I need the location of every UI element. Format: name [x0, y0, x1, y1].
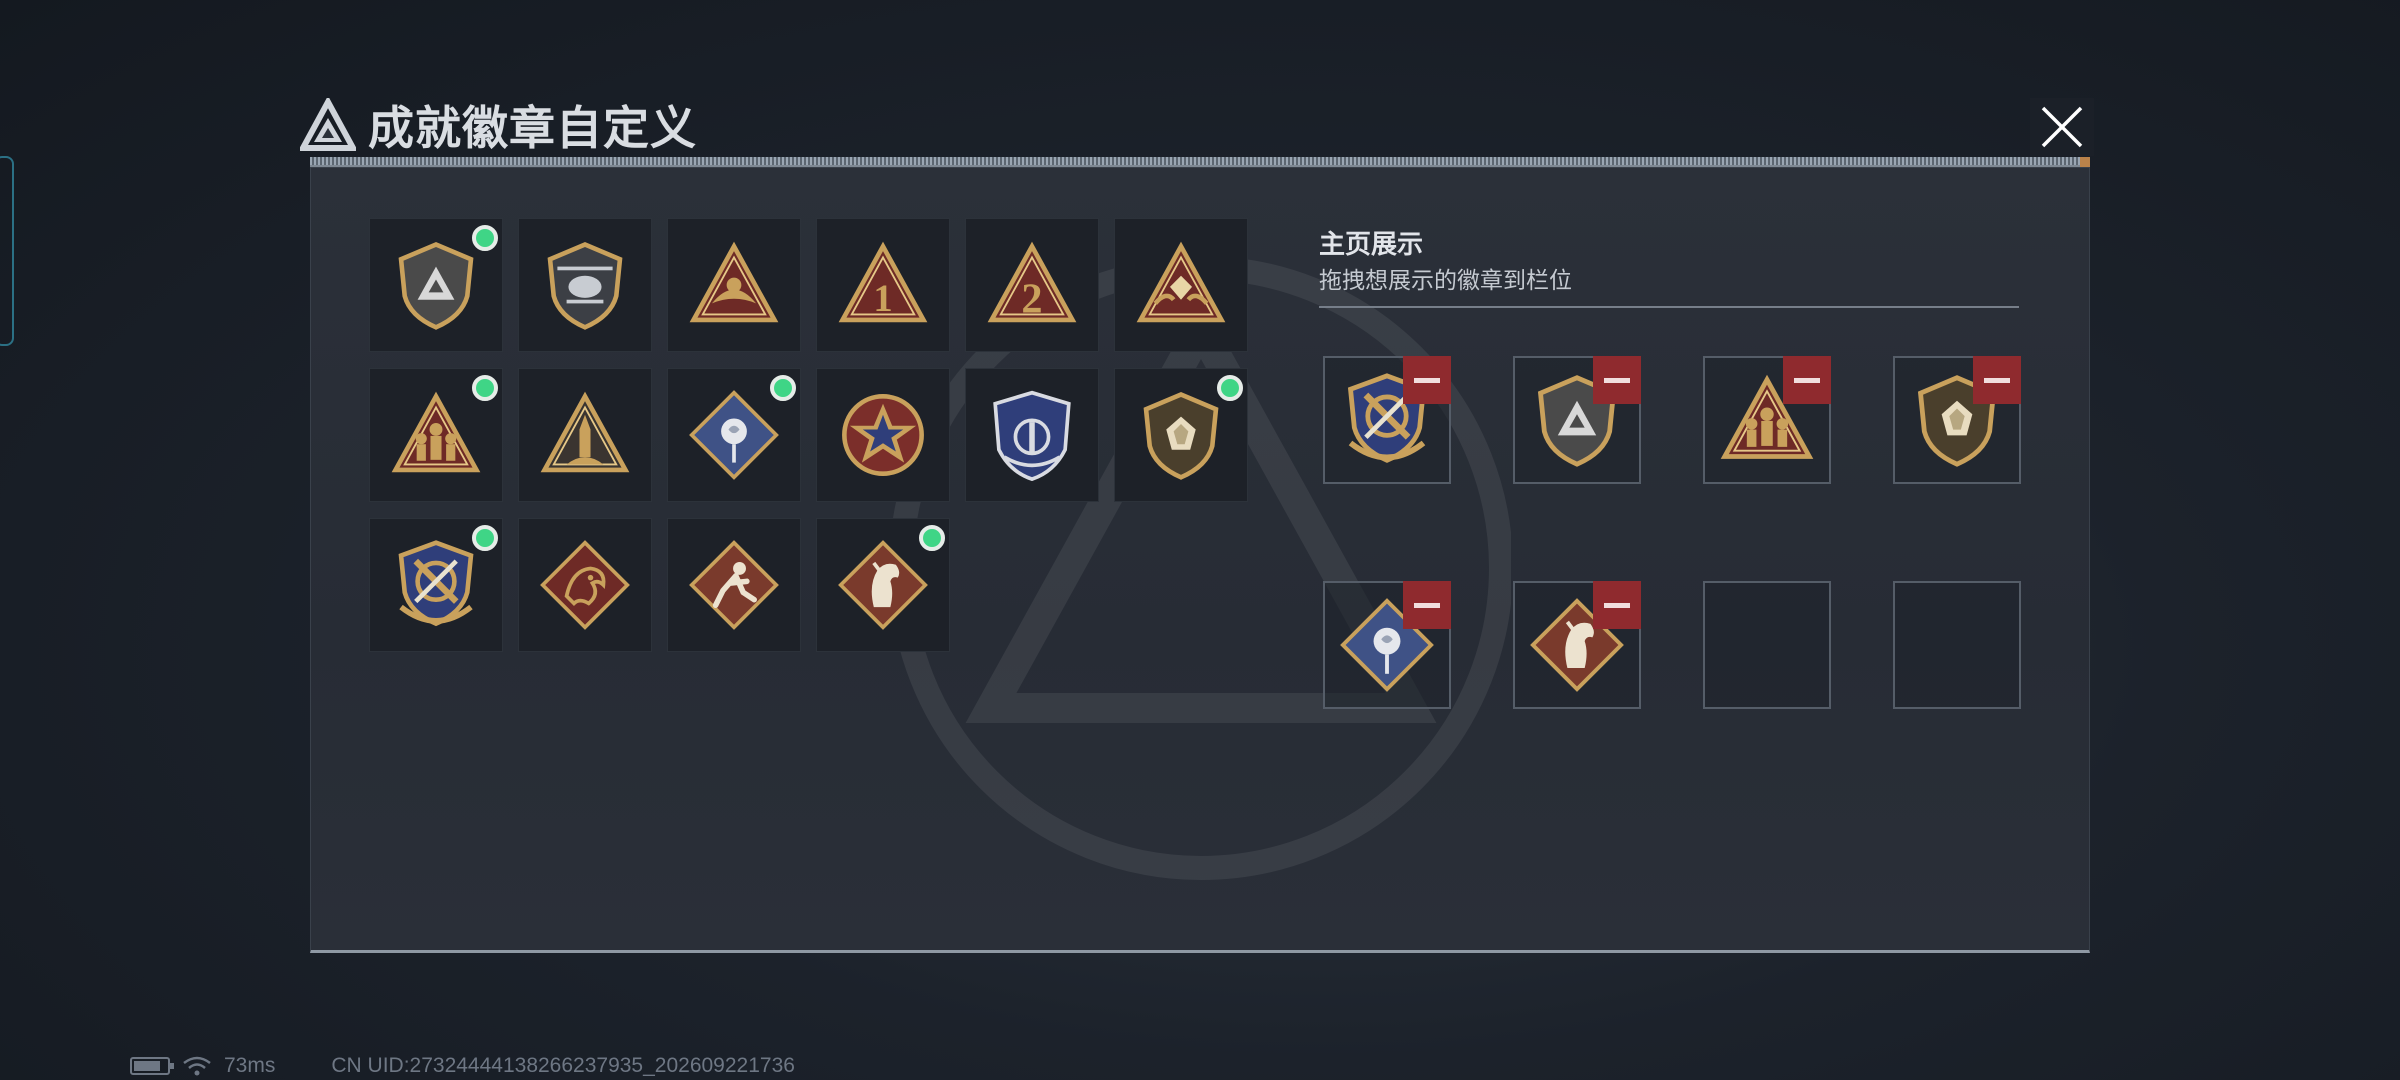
minus-icon: [1414, 377, 1440, 383]
showcase-slot[interactable]: [1513, 581, 1641, 709]
showcase-slot[interactable]: [1703, 356, 1831, 484]
new-badge-indicator: [919, 525, 945, 551]
badge-cell[interactable]: [965, 368, 1099, 502]
showcase-slot[interactable]: [1323, 356, 1451, 484]
svg-text:2: 2: [1021, 276, 1042, 323]
delta-logo-icon: [300, 98, 356, 151]
close-button[interactable]: [2030, 98, 2094, 156]
showcase-slot[interactable]: [1893, 356, 2021, 484]
remove-badge-button[interactable]: [1973, 356, 2021, 404]
badge-cell[interactable]: [667, 218, 801, 352]
minus-icon: [1984, 377, 2010, 383]
showcase-divider: [1319, 306, 2019, 308]
new-badge-indicator: [472, 225, 498, 251]
badge-cell[interactable]: [369, 218, 503, 352]
uid-text: CN UID:2732444413826623793​5_20260922173…: [331, 1054, 795, 1077]
triangle-wing-badge-icon: [689, 241, 779, 323]
badge-cell[interactable]: 1: [816, 218, 950, 352]
showcase-slot[interactable]: [1323, 581, 1451, 709]
diamond-horse-badge-icon: [838, 540, 928, 630]
minus-icon: [1414, 602, 1440, 608]
ping-text: 73ms: [224, 1054, 276, 1077]
remove-badge-button[interactable]: [1403, 581, 1451, 629]
new-badge-indicator: [1217, 375, 1243, 401]
battery-icon: [130, 1057, 174, 1075]
badge-cell[interactable]: [518, 368, 652, 502]
badge-collection-grid: 12: [369, 218, 1248, 652]
triangle-number-1-badge-icon: 1: [838, 241, 928, 323]
badge-cell[interactable]: [667, 368, 801, 502]
showcase-slot[interactable]: [1513, 356, 1641, 484]
new-badge-indicator: [472, 525, 498, 551]
badge-cell[interactable]: [369, 368, 503, 502]
badge-cell[interactable]: [1114, 368, 1248, 502]
star-medal-badge-icon: [842, 394, 924, 476]
badge-cell[interactable]: [1114, 218, 1248, 352]
crossed-weapons-shield-badge-icon: [398, 540, 474, 627]
shield-triangle-badge-icon: [398, 242, 474, 330]
remove-badge-button[interactable]: [1403, 356, 1451, 404]
badge-cell[interactable]: [369, 518, 503, 652]
remove-badge-button[interactable]: [1593, 356, 1641, 404]
minus-icon: [1794, 377, 1820, 383]
new-badge-indicator: [770, 375, 796, 401]
triangle-hands-gem-badge-icon: [1136, 241, 1226, 323]
dialog-header: 成就徽章自定义: [300, 92, 697, 158]
badge-cell[interactable]: [816, 518, 950, 652]
side-panel-tab[interactable]: [0, 156, 14, 346]
badge-cell[interactable]: [816, 368, 950, 502]
remove-badge-button[interactable]: [1783, 356, 1831, 404]
triangle-soldiers-badge-icon: [391, 391, 481, 473]
empty-showcase-slot[interactable]: [1893, 581, 2021, 709]
triangle-rocket-badge-icon: [540, 391, 630, 473]
showcase-subtitle: 拖拽想展示的徽章到栏位: [1319, 267, 1572, 293]
badge-cell[interactable]: [518, 518, 652, 652]
close-icon: [2041, 106, 2083, 148]
remove-badge-button[interactable]: [1593, 581, 1641, 629]
empty-showcase-slot[interactable]: [1703, 581, 1831, 709]
badge-cell[interactable]: [518, 218, 652, 352]
new-badge-indicator: [472, 375, 498, 401]
status-bar: 73ms CN UID:2732444413826623793​5_202609…: [130, 1054, 795, 1078]
dialog-title: 成就徽章自定义: [368, 102, 697, 154]
badge-customize-panel: 12 主页展示 拖拽想展示的徽章到栏位: [310, 167, 2090, 953]
helicopter-shield-badge-icon: [547, 242, 623, 330]
panel-top-border: [310, 157, 2090, 167]
diamond-dragon-badge-icon: [540, 540, 630, 630]
svg-text:1: 1: [873, 278, 892, 320]
badge-cell[interactable]: 2: [965, 218, 1099, 352]
shield-gem-badge-icon: [1143, 392, 1219, 480]
badge-cell[interactable]: [667, 518, 801, 652]
minus-icon: [1604, 602, 1630, 608]
diamond-rose-badge-icon: [689, 390, 779, 480]
showcase-title: 主页展示: [1319, 229, 1424, 259]
triangle-number-2-badge-icon: 2: [987, 241, 1077, 323]
minus-icon: [1604, 377, 1630, 383]
blue-eagle-shield-badge-icon: [993, 390, 1071, 481]
wifi-icon: [183, 1056, 211, 1076]
diamond-runner-badge-icon: [689, 540, 779, 630]
